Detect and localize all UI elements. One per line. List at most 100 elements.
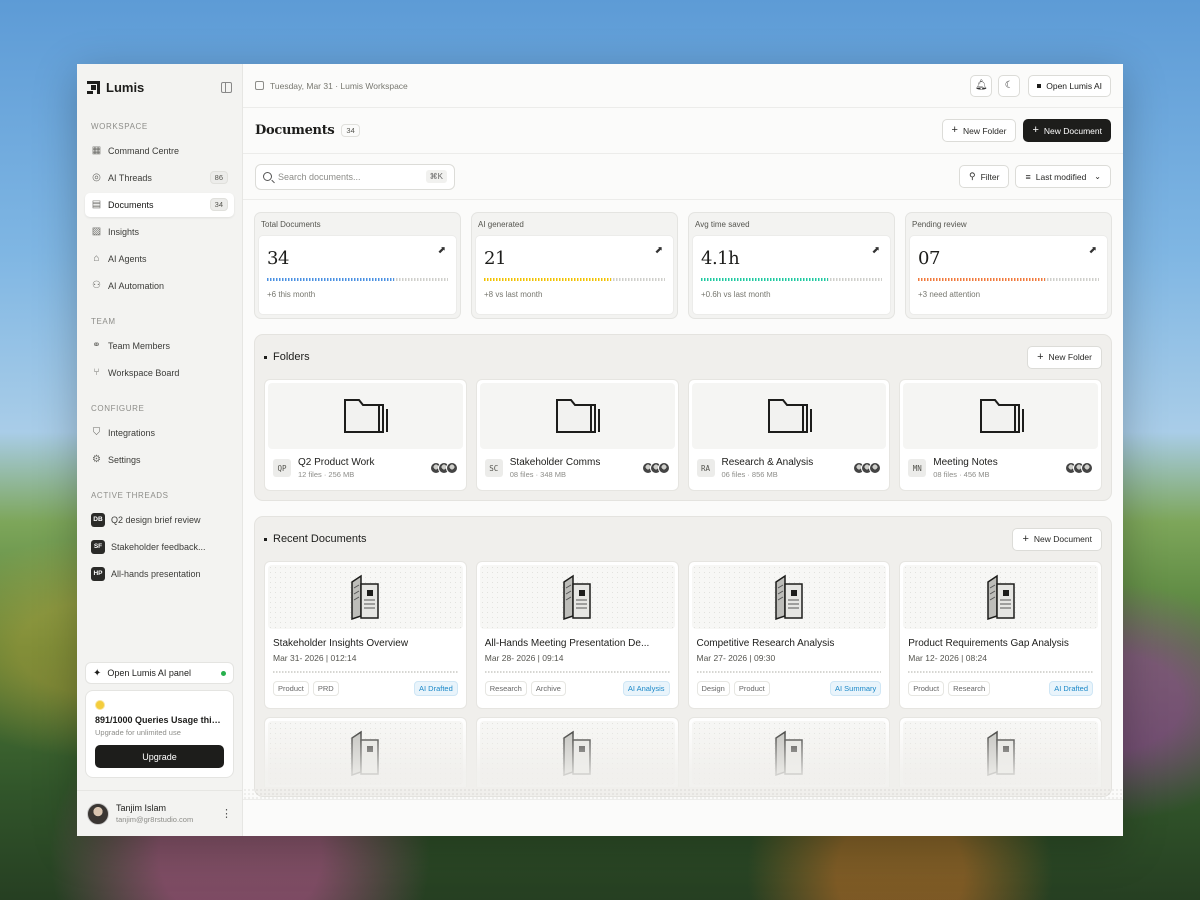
- plus-icon: +: [1037, 350, 1044, 363]
- user-name: Tanjim Islam: [116, 803, 167, 813]
- document-icon: [563, 730, 591, 776]
- arrow-up-right-icon[interactable]: ⬈: [872, 245, 880, 256]
- open-ai-panel-button[interactable]: ✦ Open Lumis AI panel: [85, 662, 234, 684]
- sidebar-toggle-icon[interactable]: [221, 81, 232, 93]
- user-profile[interactable]: Tanjim Islam tanjim@gr8rstudio.com ⋮: [77, 790, 242, 836]
- sidebar-item-command-centre[interactable]: ▦ Command Centre: [85, 139, 234, 163]
- sort-dropdown[interactable]: ≡ Last modified ⌄: [1015, 165, 1111, 188]
- brand-name: Lumis: [106, 79, 145, 95]
- ai-badge: AI Drafted: [413, 681, 458, 696]
- sidebar-item-team-members[interactable]: ⚭ Team Members: [85, 334, 234, 358]
- search-icon: [263, 172, 272, 181]
- folder-card[interactable]: SC Stakeholder Comms 08 files · 348 MB: [475, 379, 679, 491]
- tag[interactable]: Product: [733, 681, 770, 696]
- stat-card: AI generated 21 ⬈ +8 vs last month: [471, 212, 678, 319]
- stat-value: 4.1h: [701, 248, 740, 269]
- folder-name: Research & Analysis: [721, 457, 814, 468]
- avatar: [1081, 462, 1093, 474]
- tag[interactable]: Research: [484, 681, 527, 696]
- thread-label: Stakeholder feedback...: [111, 541, 206, 552]
- new-folder-label: New Folder: [962, 125, 1007, 136]
- folder-card[interactable]: MN Meeting Notes 08 files · 456 MB: [899, 379, 1102, 491]
- document-icon: [775, 574, 803, 620]
- stat-progress-bar: [267, 278, 448, 281]
- plus-icon: +: [1032, 124, 1039, 136]
- document-title: Stakeholder Insights Overview: [273, 638, 409, 649]
- tag[interactable]: Research: [948, 681, 991, 696]
- document-card[interactable]: [899, 717, 1102, 787]
- section-title-workspace: WORKSPACE: [91, 122, 148, 131]
- sidebar-item-insights[interactable]: ▨ Insights: [85, 220, 234, 244]
- folder-info: 08 files · 348 MB: [509, 470, 567, 479]
- tag[interactable]: PRD: [312, 681, 339, 696]
- document-icon: [986, 574, 1015, 620]
- filter-button[interactable]: ⚲ Filter: [958, 165, 1010, 188]
- thread-item[interactable]: SF Stakeholder feedback...: [85, 535, 234, 559]
- stat-value: 21: [484, 248, 506, 269]
- notification-bell-icon[interactable]: 🔔︎: [970, 74, 993, 97]
- document-card[interactable]: Stakeholder Insights Overview Mar 31- 20…: [264, 561, 467, 709]
- stat-progress-fill: [701, 278, 828, 281]
- search-input[interactable]: Search documents... ⌘K: [255, 163, 455, 190]
- sidebar-item-documents[interactable]: ▤ Documents 34: [85, 192, 234, 217]
- sidebar-item-integrations[interactable]: ⛉ Integrations: [85, 421, 234, 445]
- keyboard-shortcut: ⌘K: [425, 170, 447, 183]
- new-document-button[interactable]: + New Document: [1012, 527, 1102, 551]
- folder-icon: [344, 399, 389, 433]
- tag[interactable]: Design: [696, 681, 730, 696]
- folder-badge: QP: [273, 459, 291, 477]
- filter-icon: ⚲: [968, 171, 976, 181]
- arrow-up-right-icon[interactable]: ⬈: [1089, 245, 1097, 256]
- new-folder-button[interactable]: + New Folder: [941, 119, 1017, 142]
- document-card[interactable]: [475, 717, 679, 787]
- tag[interactable]: Product: [908, 681, 945, 696]
- sidebar-item-ai-threads[interactable]: ◎ AI Threads 86: [85, 166, 234, 190]
- sidebar-item-ai-automation[interactable]: ⚇ AI Automation: [85, 274, 234, 298]
- more-options-icon[interactable]: ⋮: [221, 807, 232, 820]
- document-icon: [986, 730, 1015, 776]
- open-lumis-ai-button[interactable]: Open Lumis AI: [1028, 74, 1111, 97]
- arrow-up-right-icon[interactable]: ⬈: [438, 245, 446, 256]
- document-card[interactable]: [687, 717, 891, 787]
- thread-badge: SF: [91, 539, 105, 554]
- stat-label: Avg time saved: [695, 220, 750, 229]
- new-document-label: New Document: [1043, 125, 1102, 136]
- folder-name: Meeting Notes: [933, 457, 998, 468]
- thread-item[interactable]: DB Q2 design brief review: [85, 508, 234, 532]
- document-card[interactable]: [264, 717, 467, 787]
- folder-info: 08 files · 456 MB: [933, 470, 990, 479]
- recent-documents-panel: Recent Documents + New Document Stakehol…: [254, 516, 1112, 797]
- thread-badge: HP: [91, 566, 105, 581]
- sidebar-item-settings[interactable]: ⚙ Settings: [85, 448, 234, 472]
- document-card[interactable]: All-Hands Meeting Presentation De... Mar…: [475, 561, 679, 709]
- document-card[interactable]: Product Requirements Gap Analysis Mar 12…: [899, 561, 1102, 709]
- arrow-up-right-icon[interactable]: ⬈: [655, 245, 663, 256]
- document-icon: [351, 730, 380, 776]
- sidebar-item-workspace-board[interactable]: ⑂ Workspace Board: [85, 361, 234, 385]
- folder-card[interactable]: RA Research & Analysis 06 files · 856 MB: [687, 379, 891, 491]
- document-title: All-Hands Meeting Presentation De...: [484, 638, 650, 649]
- document-date: Mar 27- 2026 | 09:30: [696, 653, 776, 663]
- ai-badge: AI Analysis: [622, 681, 670, 696]
- grid-icon: ▦: [91, 144, 102, 156]
- recent-title: Recent Documents: [264, 533, 367, 545]
- new-folder-button[interactable]: + New Folder: [1027, 345, 1102, 369]
- upgrade-button[interactable]: Upgrade: [95, 745, 224, 768]
- collaborator-avatars: [641, 462, 670, 474]
- tag[interactable]: Archive: [530, 681, 566, 696]
- sidebar-item-label: Workspace Board: [108, 367, 180, 378]
- sidebar-item-ai-agents[interactable]: ⌂ AI Agents: [85, 247, 234, 271]
- lumis-logo-icon: [87, 80, 100, 94]
- page-header: Documents 34 + New Folder + New Document: [243, 108, 1123, 154]
- new-document-button[interactable]: + New Document: [1023, 119, 1111, 142]
- folder-card[interactable]: QP Q2 Product Work 12 files · 256 MB: [264, 379, 467, 491]
- tag[interactable]: Product: [273, 681, 309, 696]
- folder-info: 12 files · 256 MB: [298, 470, 355, 479]
- stat-progress-bar: [918, 278, 1099, 281]
- square-icon: [1037, 83, 1042, 88]
- open-lumis-ai-label: Open Lumis AI: [1046, 80, 1102, 91]
- thread-item[interactable]: HP All-hands presentation: [85, 562, 234, 586]
- stat-progress-fill: [484, 278, 611, 281]
- document-card[interactable]: Competitive Research Analysis Mar 27- 20…: [687, 561, 891, 709]
- dark-mode-moon-icon[interactable]: ☾: [998, 74, 1021, 97]
